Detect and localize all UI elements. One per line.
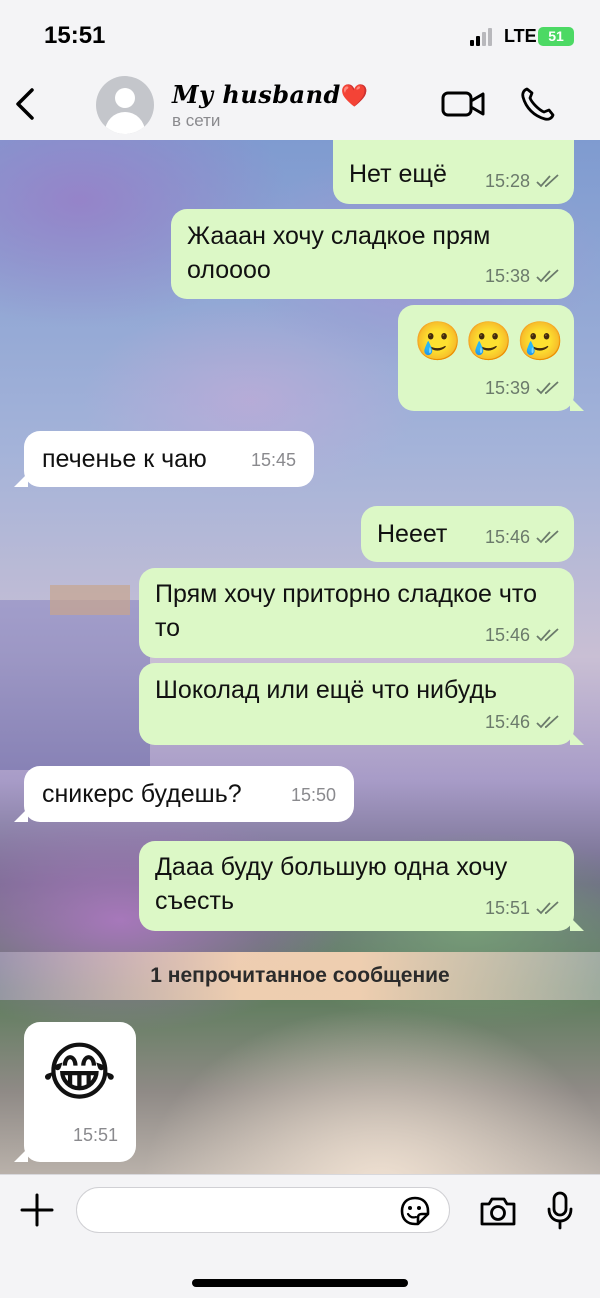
- microphone-icon[interactable]: [546, 1191, 574, 1231]
- double-check-icon: [536, 530, 559, 544]
- message-meta: 15:46: [485, 618, 560, 652]
- double-check-icon: [536, 715, 559, 729]
- bubble-tail: [14, 808, 28, 822]
- plus-icon[interactable]: [20, 1193, 54, 1227]
- message-meta: 15:51: [485, 891, 560, 925]
- wallpaper-tower: [50, 585, 130, 615]
- phone-icon[interactable]: [518, 84, 558, 124]
- emoji-message-bubble[interactable]: 🥲🥲🥲 15:39: [398, 305, 574, 411]
- status-bar: 15:51 LTE 51: [0, 0, 600, 70]
- message-bubble[interactable]: Шоколад или ещё что нибудь 15:46: [139, 663, 574, 745]
- message-meta: 15:51: [73, 1118, 118, 1152]
- status-time: 15:51: [44, 22, 106, 49]
- double-check-icon: [536, 381, 559, 395]
- message-text: печенье к чаю: [42, 445, 207, 473]
- unread-banner: 1 непрочитанное сообщение: [0, 952, 600, 1000]
- emoji-text: 🥲🥲🥲: [414, 321, 568, 363]
- message-time: 15:39: [484, 378, 530, 398]
- message-time: 15:46: [484, 625, 530, 645]
- emoji-message-bubble[interactable]: 😂 15:51: [24, 1022, 136, 1162]
- message-time: 15:50: [290, 785, 336, 805]
- video-camera-icon[interactable]: [440, 86, 486, 122]
- message-bubble[interactable]: печенье к чаю 15:45: [24, 431, 314, 487]
- message-text: сникерс будешь?: [42, 780, 242, 808]
- battery-level: 51: [548, 28, 564, 44]
- message-bubble[interactable]: Дааа буду большую одна хочу съесть 15:51: [139, 841, 574, 931]
- double-check-icon: [536, 269, 559, 283]
- battery-icon: 51: [538, 27, 574, 46]
- message-meta: 15:50: [291, 778, 336, 812]
- emoji-text: 😂: [42, 1036, 117, 1108]
- message-bubble[interactable]: сникерс будешь? 15:50: [24, 766, 354, 822]
- message-time: 15:45: [250, 450, 296, 470]
- heart-icon: ❤️: [340, 83, 369, 109]
- message-time: 15:51: [72, 1125, 118, 1145]
- message-composer: [0, 1174, 600, 1298]
- bubble-tail: [14, 473, 28, 487]
- message-bubble[interactable]: Нееет 15:46: [361, 506, 574, 562]
- message-input[interactable]: [76, 1187, 450, 1233]
- message-time: 15:28: [484, 171, 530, 191]
- camera-icon[interactable]: [478, 1193, 518, 1229]
- message-text: Шоколад или ещё что нибудь: [155, 676, 498, 704]
- message-meta: 15:38: [485, 259, 560, 293]
- message-time: 15:46: [484, 712, 530, 732]
- message-bubble[interactable]: Жааан хочу сладкое прям олоооо 15:38: [171, 209, 574, 299]
- signal-icon: [470, 28, 496, 46]
- contact-name[interactable]: My husband❤️: [172, 80, 369, 109]
- message-meta: 15:46: [485, 520, 560, 554]
- message-meta: 15:28: [485, 164, 560, 198]
- bubble-tail: [570, 731, 584, 745]
- message-time: 15:51: [484, 898, 530, 918]
- avatar[interactable]: [96, 76, 154, 134]
- message-bubble[interactable]: Нет ещё 15:28: [333, 140, 574, 204]
- message-text: Нееет: [377, 520, 448, 548]
- home-indicator: [192, 1279, 408, 1287]
- network-label: LTE: [504, 26, 537, 46]
- chat-header: My husband❤️ в сети: [0, 70, 600, 140]
- message-time: 15:38: [484, 266, 530, 286]
- message-meta: 15:46: [485, 705, 560, 739]
- message-time: 15:46: [484, 527, 530, 547]
- message-meta: 15:39: [485, 371, 560, 405]
- message-text: Нет ещё: [349, 160, 447, 188]
- contact-name-text: My husband: [172, 80, 341, 109]
- message-meta: 15:45: [251, 443, 296, 477]
- double-check-icon: [536, 174, 559, 188]
- double-check-icon: [536, 628, 559, 642]
- wallpaper-building: [0, 600, 150, 770]
- bubble-tail: [570, 397, 584, 411]
- chevron-left-icon[interactable]: [10, 84, 40, 124]
- double-check-icon: [536, 901, 559, 915]
- sticker-icon[interactable]: [398, 1194, 432, 1228]
- bubble-tail: [570, 917, 584, 931]
- message-bubble[interactable]: Прям хочу приторно сладкое что то 15:46: [139, 568, 574, 658]
- contact-status: в сети: [172, 111, 221, 130]
- bubble-tail: [14, 1148, 28, 1162]
